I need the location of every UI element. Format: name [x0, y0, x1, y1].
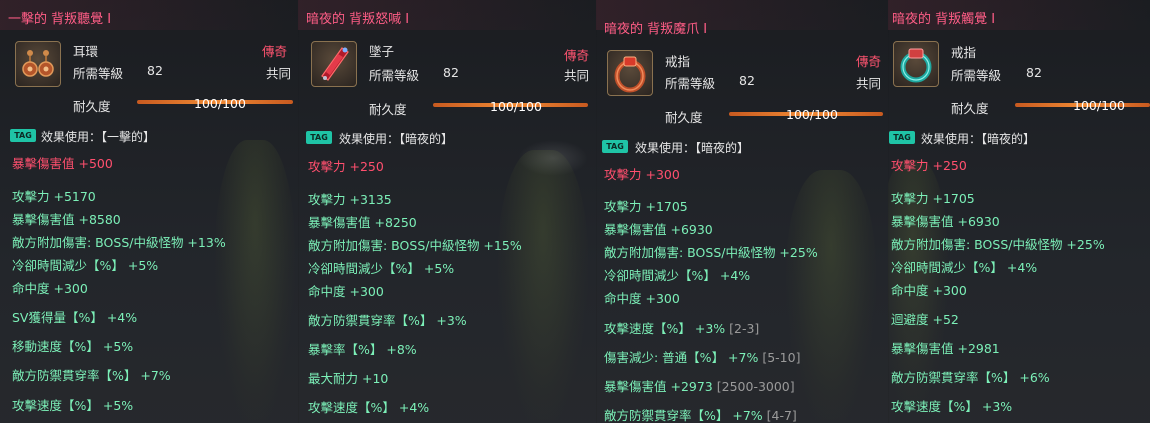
- highlight-stat: 暴擊傷害值 +500: [12, 156, 113, 171]
- stat-line: 冷卻時間減少【%】 +5%: [308, 261, 455, 276]
- required-level-label: 所需等級: [951, 68, 1002, 83]
- stat-line: 暴擊傷害值 +6930: [604, 222, 713, 237]
- stat-line: 最大耐力 +10: [308, 371, 389, 386]
- stat-line: 攻擊力 +5170: [12, 189, 96, 204]
- item-title: 暗夜的 背叛魔爪 I: [604, 22, 708, 37]
- stat-line: 迴避度 +52: [891, 312, 959, 327]
- stat-line: 攻擊速度【%】 +3%: [891, 399, 1013, 414]
- rarity-label: 傳奇: [262, 44, 288, 59]
- required-level-label: 所需等級: [369, 68, 420, 83]
- shared-label: 共同: [266, 66, 292, 81]
- required-level-value: 82: [443, 65, 459, 80]
- required-level-value: 82: [147, 63, 163, 78]
- tag-badge: TAG: [306, 131, 332, 144]
- item-icon-frame: [607, 50, 653, 96]
- item-icon-frame: [893, 41, 939, 87]
- shared-label: 共同: [564, 68, 590, 83]
- stat-line: 攻擊力 +1705: [891, 191, 975, 206]
- item-icon-frame: [311, 41, 357, 87]
- rarity-label: 傳奇: [564, 48, 590, 63]
- item-tooltip-1: 一擊的 背叛聽覺 I 耳環 所需等級 82 傳奇 共同 耐久度 100/100 …: [0, 0, 299, 423]
- stat-line: 命中度 +300: [12, 281, 88, 296]
- item-type: 墜子: [369, 44, 395, 59]
- rarity-label: 傳奇: [856, 54, 882, 69]
- stat-line: 攻擊速度【%】 +4%: [308, 400, 430, 415]
- stat-line: 冷卻時間減少【%】 +4%: [604, 268, 751, 283]
- tag-effect-text: 效果使用：【暗夜的】: [635, 141, 750, 155]
- item-title: 一擊的 背叛聽覺 I: [8, 12, 112, 27]
- stat-range: [2-3]: [729, 321, 760, 336]
- durability-value: 100/100: [786, 107, 838, 122]
- stat-line: SV獲得量【%】 +4%: [12, 310, 138, 325]
- stat-line: 攻擊力 +3135: [308, 192, 392, 207]
- durability-value: 100/100: [194, 96, 246, 111]
- stat-line: 命中度 +300: [891, 283, 967, 298]
- required-level-value: 82: [1026, 65, 1042, 80]
- item-type: 耳環: [73, 44, 99, 59]
- stat-line: 敵方附加傷害: BOSS/中級怪物 +13%: [12, 235, 226, 250]
- stat-line: 敵方防禦貫穿率【%】 +6%: [891, 370, 1050, 385]
- stat-line: 敵方防禦貫穿率【%】 +7%: [12, 368, 171, 383]
- shared-label: 共同: [856, 76, 882, 91]
- required-level-value: 82: [739, 73, 755, 88]
- stat-line: 冷卻時間減少【%】 +5%: [12, 258, 159, 273]
- tag-badge: TAG: [889, 131, 915, 144]
- required-level-label: 所需等級: [73, 66, 124, 81]
- stat-line: 敵方附加傷害: BOSS/中級怪物 +25%: [604, 245, 818, 260]
- earring-icon: [22, 50, 54, 77]
- item-icon-frame: [15, 41, 61, 87]
- stat-line: 敵方防禦貫穿率【%】 +7% [4-7]: [604, 408, 797, 423]
- stat-line: 暴擊率【%】 +8%: [308, 342, 417, 357]
- pendant-icon: [321, 47, 349, 81]
- ring-icon: [614, 56, 646, 93]
- stat-line: 攻擊速度【%】 +3% [2-3]: [604, 321, 760, 336]
- stat-line: 敵方附加傷害: BOSS/中級怪物 +25%: [891, 237, 1105, 252]
- highlight-stat: 攻擊力 +250: [891, 158, 967, 173]
- ring-icon: [900, 48, 932, 83]
- item-type: 戒指: [951, 45, 977, 60]
- highlight-stat: 攻擊力 +250: [308, 159, 384, 174]
- stat-line: 暴擊傷害值 +6930: [891, 214, 1000, 229]
- tag-effect-text: 效果使用：【暗夜的】: [921, 132, 1036, 146]
- stat-range: [2500-3000]: [716, 379, 795, 394]
- required-level-label: 所需等級: [665, 76, 716, 91]
- durability-label: 耐久度: [665, 110, 703, 125]
- stat-line: 暴擊傷害值 +2981: [891, 341, 1000, 356]
- stat-line: 傷害減少: 普通【%】 +7% [5-10]: [604, 350, 801, 365]
- stat-line: 命中度 +300: [604, 291, 680, 306]
- highlight-stat: 攻擊力 +300: [604, 167, 680, 182]
- item-type: 戒指: [665, 54, 691, 69]
- item-tooltip-3: 暗夜的 背叛魔爪 I 戒指 所需等級 82 傳奇 共同 耐久度 100/100 …: [596, 0, 889, 423]
- durability-label: 耐久度: [369, 102, 407, 117]
- stat-line: 攻擊速度【%】 +5%: [12, 398, 134, 413]
- tag-badge: TAG: [10, 129, 36, 142]
- tag-effect-text: 效果使用：【暗夜的】: [339, 132, 454, 146]
- durability-label: 耐久度: [73, 99, 111, 114]
- stat-line: 暴擊傷害值 +8580: [12, 212, 121, 227]
- stat-line: 暴擊傷害值 +8250: [308, 215, 417, 230]
- stat-range: [4-7]: [766, 408, 797, 423]
- item-title: 暗夜的 背叛怒喊 I: [306, 12, 410, 27]
- stat-line: 敵方防禦貫穿率【%】 +3%: [308, 313, 467, 328]
- stat-line: 暴擊傷害值 +2973 [2500-3000]: [604, 379, 795, 394]
- tag-badge: TAG: [602, 140, 628, 153]
- stat-line: 命中度 +300: [308, 284, 384, 299]
- stat-range: [5-10]: [762, 350, 801, 365]
- durability-value: 100/100: [1073, 98, 1125, 113]
- stat-line: 移動速度【%】 +5%: [12, 339, 134, 354]
- tag-effect-text: 效果使用：【一擊的】: [41, 130, 156, 144]
- stat-line: 敵方附加傷害: BOSS/中級怪物 +15%: [308, 238, 522, 253]
- stat-line: 冷卻時間減少【%】 +4%: [891, 260, 1038, 275]
- item-tooltip-4: 暗夜的 背叛觸覺 I 戒指 所需等級 82 耐久度 100/100 TAG 效果…: [888, 0, 1150, 423]
- durability-label: 耐久度: [951, 101, 989, 116]
- durability-value: 100/100: [490, 99, 542, 114]
- item-title: 暗夜的 背叛觸覺 I: [892, 12, 996, 27]
- item-tooltip-2: 暗夜的 背叛怒喊 I 墜子 所需等級 82 傳奇 共同 耐久度 100/100 …: [298, 0, 597, 423]
- stat-line: 攻擊力 +1705: [604, 199, 688, 214]
